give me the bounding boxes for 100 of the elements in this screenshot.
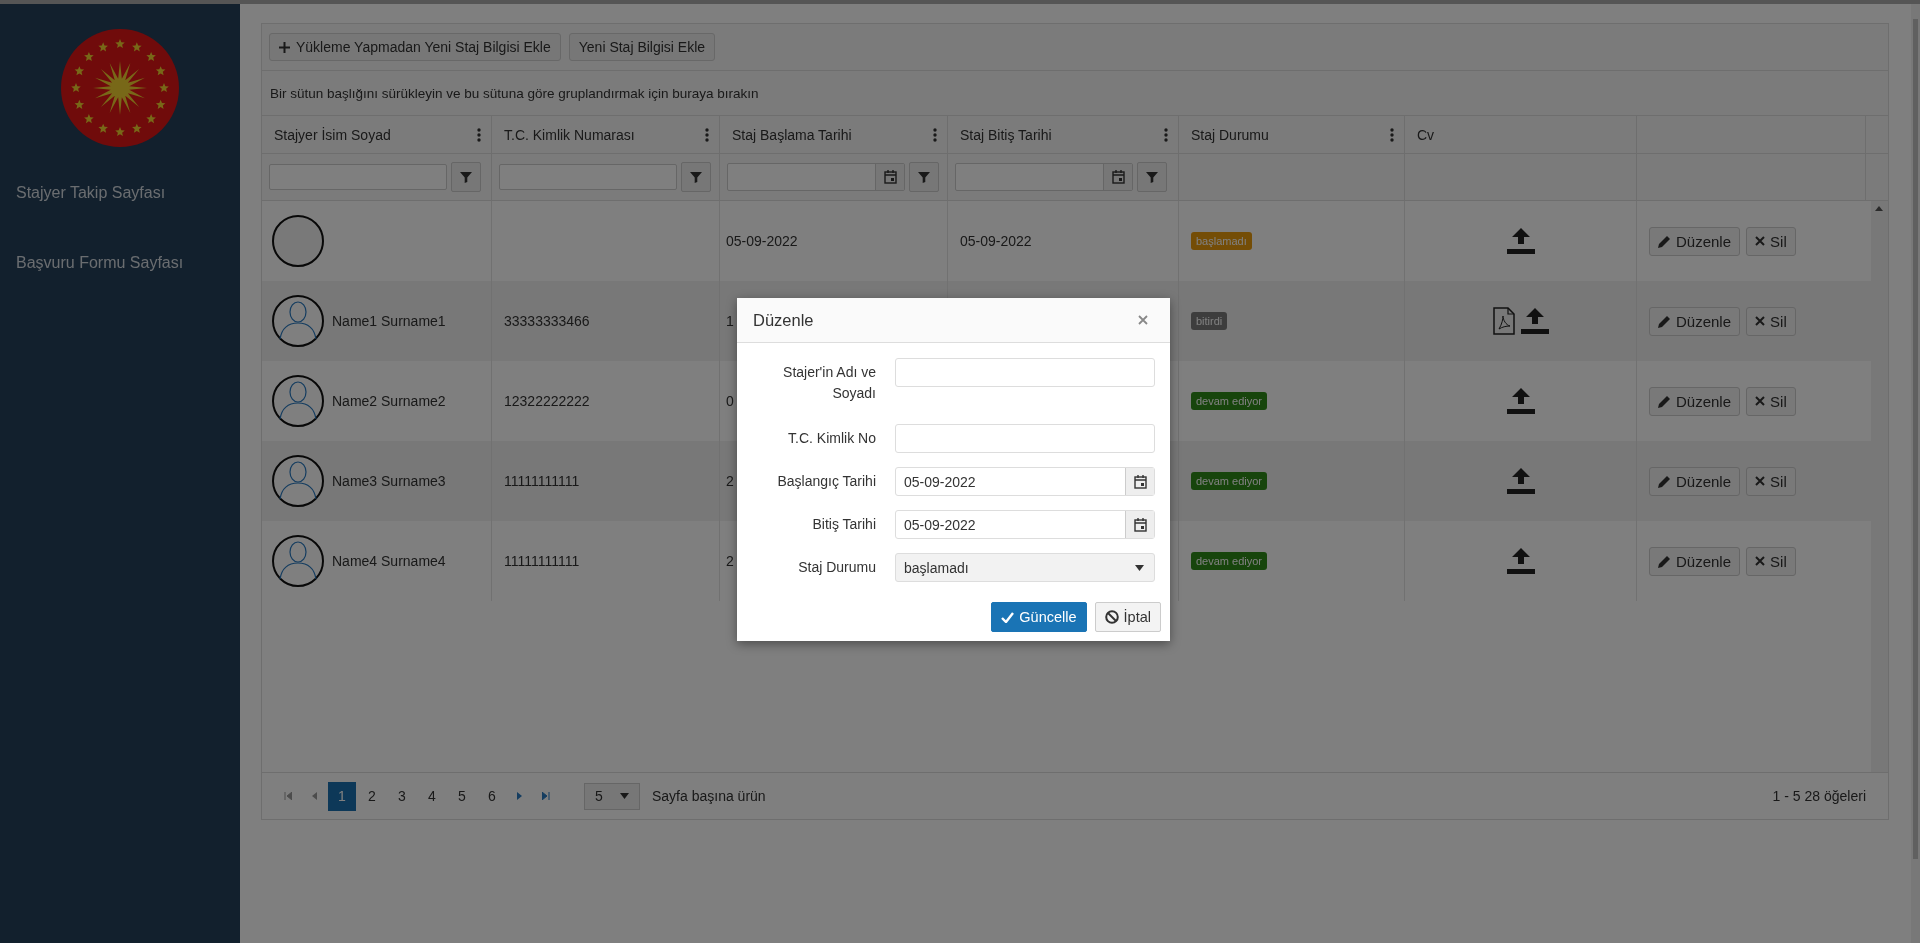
close-icon [1755, 396, 1766, 406]
calendar-icon [1133, 474, 1147, 489]
filter-field[interactable] [499, 164, 677, 190]
filter-icon [1146, 171, 1158, 183]
column-header[interactable]: Staj Durumu [1191, 126, 1269, 143]
filter-icon [690, 171, 702, 183]
toolbar-button[interactable]: Yükleme Yapmadan Yeni Staj Bilgisi Ekle [269, 33, 561, 61]
column-header[interactable]: Stajyer İsim Soyad [274, 126, 391, 143]
delete-button[interactable]: Sil [1746, 306, 1796, 336]
calendar-icon [883, 170, 897, 184]
page-size-dropdown[interactable]: 5 [584, 782, 640, 810]
column-header[interactable]: Cv [1417, 126, 1435, 143]
table-cell: 2 [726, 473, 734, 489]
page-button[interactable]: 4 [418, 781, 446, 811]
caret-icon [620, 793, 629, 799]
filter-button[interactable] [681, 162, 711, 192]
filter-icon [460, 171, 472, 183]
field-label: Bitiş Tarihi [811, 515, 876, 534]
table-cell: Name3 Surname3 [332, 473, 446, 489]
close-icon[interactable] [1138, 315, 1148, 325]
delete-button[interactable]: Sil [1746, 226, 1796, 256]
delete-button[interactable]: Sil [1746, 386, 1796, 416]
input-field[interactable] [895, 358, 1155, 387]
status-badge: devam ediyor [1191, 392, 1268, 410]
emblem-icon [60, 28, 180, 148]
field-label: T.C. Kimlik No [787, 429, 876, 448]
edit-button[interactable]: Düzenle [1649, 466, 1741, 496]
pencil-icon [1658, 474, 1671, 488]
page-button[interactable]: 5 [448, 781, 476, 811]
filter-button[interactable] [909, 162, 939, 192]
filter-button[interactable] [1137, 162, 1167, 192]
page-scrollbar[interactable] [1911, 4, 1920, 943]
kebab-menu-icon[interactable] [1390, 127, 1394, 142]
upload-icon[interactable] [1520, 308, 1549, 334]
kebab-menu-icon[interactable] [705, 127, 709, 142]
avatar-icon [272, 535, 324, 587]
table-cell: 11111111111 [504, 473, 580, 489]
table-cell: 2 [726, 553, 734, 569]
avatar-icon [272, 455, 324, 507]
close-icon [1755, 556, 1766, 566]
pager-summary: 1 - 5 28 öğeleri [1772, 788, 1866, 804]
pencil-icon [1658, 394, 1671, 408]
column-header[interactable]: Staj Bitiş Tarihi [960, 126, 1052, 143]
status-dropdown[interactable]: başlamadı [895, 553, 1155, 582]
field-label: Stajer'in Adı ve Soyadı [782, 363, 876, 403]
pdf-file-icon[interactable] [1492, 307, 1515, 335]
upload-icon[interactable] [1506, 388, 1535, 414]
avatar-icon [272, 375, 324, 427]
sidebar-link[interactable]: Başvuru Formu Sayfası [16, 254, 184, 272]
page-button[interactable]: 1 [328, 781, 356, 811]
upload-icon[interactable] [1506, 228, 1535, 254]
scrollbar[interactable] [1871, 201, 1888, 772]
table-cell: 12322222222 [504, 393, 590, 409]
close-icon [1755, 316, 1766, 326]
page-button[interactable]: 2 [358, 781, 386, 811]
field-label: Başlangıç Tarihi [776, 472, 876, 491]
kebab-menu-icon[interactable] [1164, 127, 1168, 142]
date-filter-field[interactable] [955, 163, 1133, 191]
filter-button[interactable] [451, 162, 481, 192]
upload-icon[interactable] [1506, 468, 1535, 494]
filter-field[interactable] [269, 164, 447, 190]
table-cell: 1 [726, 313, 734, 329]
column-header[interactable]: Staj Başlama Tarihi [732, 126, 852, 143]
page-button[interactable]: 3 [388, 781, 416, 811]
delete-button[interactable]: Sil [1746, 546, 1796, 576]
close-icon [1755, 236, 1766, 246]
edit-button[interactable]: Düzenle [1649, 226, 1741, 256]
cancel-button[interactable]: İptal [1094, 602, 1161, 632]
table-cell: 0 [726, 393, 734, 409]
pencil-icon [1658, 234, 1671, 248]
scroll-up-icon[interactable] [1875, 206, 1883, 211]
table-cell: 05-09-2022 [726, 233, 798, 249]
prohibited-icon [1104, 610, 1119, 624]
toolbar-button[interactable]: Yeni Staj Bilgisi Ekle [568, 33, 716, 61]
edit-button[interactable]: Düzenle [1649, 546, 1741, 576]
status-badge: başlamadı [1191, 232, 1252, 250]
table-cell: 33333333466 [504, 313, 590, 329]
group-hint: Bir sütun başlığını sürükleyin ve bu sütuna göre gruplandırmak için buraya bırakın [270, 85, 759, 101]
edit-button[interactable]: Düzenle [1649, 386, 1741, 416]
status-badge: bitirdi [1191, 312, 1228, 330]
page-button[interactable]: 6 [478, 781, 506, 811]
caret-icon [1135, 564, 1144, 571]
edit-button[interactable]: Düzenle [1649, 306, 1741, 336]
calendar-icon [1133, 517, 1147, 532]
dialog-title: Düzenle [753, 310, 814, 330]
filter-icon [918, 171, 930, 183]
table-cell: 05-09-2022 [960, 233, 1032, 249]
calendar-icon [1111, 170, 1125, 184]
delete-button[interactable]: Sil [1746, 466, 1796, 496]
date-field[interactable]: 05-09-2022 [895, 467, 1155, 496]
date-field[interactable]: 05-09-2022 [895, 510, 1155, 539]
sidebar-link[interactable]: Stajyer Takip Sayfası [16, 184, 166, 202]
input-field[interactable] [895, 424, 1155, 453]
kebab-menu-icon[interactable] [477, 127, 481, 142]
update-button[interactable]: Güncelle [991, 602, 1087, 632]
column-header[interactable]: T.C. Kimlik Numarası [504, 126, 635, 143]
kebab-menu-icon[interactable] [933, 127, 937, 142]
upload-icon[interactable] [1506, 548, 1535, 574]
date-filter-field[interactable] [727, 163, 905, 191]
table-cell: Name4 Surname4 [332, 553, 446, 569]
